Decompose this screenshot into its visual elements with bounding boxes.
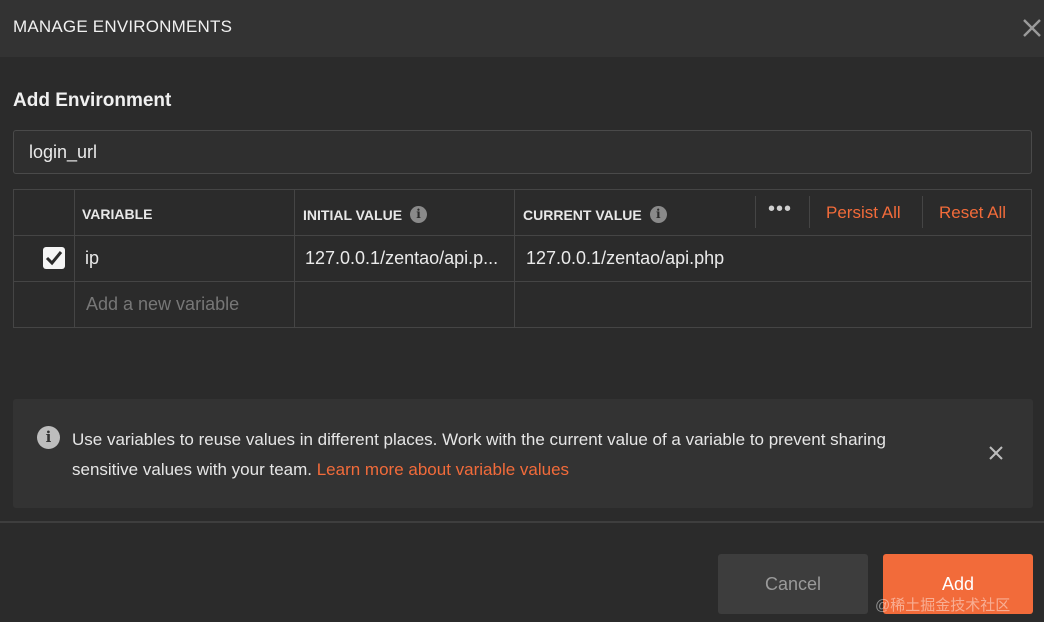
banner-text: Use variables to reuse values in differe… (72, 425, 952, 485)
table-divider (14, 235, 1031, 236)
column-header-variable-label: VARIABLE (82, 206, 153, 222)
new-variable-input[interactable]: Add a new variable (86, 294, 239, 315)
column-header-current-value: CURRENT VALUE i (523, 206, 667, 223)
header-separator (922, 196, 923, 228)
footer-divider (0, 521, 1044, 523)
variables-table: VARIABLE INITIAL VALUE i CURRENT VALUE i… (13, 189, 1032, 328)
dialog-header: MANAGE ENVIRONMENTS (0, 0, 1044, 57)
column-header-current-value-label: CURRENT VALUE (523, 206, 642, 223)
watermark: @稀土掘金技术社区 (875, 597, 1011, 614)
persist-all-button[interactable]: Persist All (826, 203, 901, 223)
checkmark-icon (45, 251, 63, 266)
row-variable-name[interactable]: ip (85, 248, 99, 269)
close-icon[interactable] (1018, 14, 1044, 42)
column-header-variable: VARIABLE (82, 206, 153, 222)
header-separator (755, 196, 756, 228)
column-header-initial-value: INITIAL VALUE i (303, 206, 428, 223)
table-divider (14, 281, 1031, 282)
table-divider (74, 190, 75, 327)
row-enabled-checkbox[interactable] (43, 247, 65, 269)
info-icon[interactable]: i (649, 206, 667, 223)
environment-name-input[interactable] (13, 130, 1032, 174)
more-options-icon[interactable]: ••• (768, 198, 792, 221)
row-current-value[interactable]: 127.0.0.1/zentao/api.php (526, 248, 724, 269)
dialog-title: MANAGE ENVIRONMENTS (13, 17, 233, 36)
table-divider (294, 190, 295, 327)
info-icon: i (37, 426, 60, 449)
reset-all-button[interactable]: Reset All (939, 203, 1006, 223)
section-title: Add Environment (13, 90, 172, 111)
cancel-button[interactable]: Cancel (718, 554, 868, 614)
close-icon[interactable] (985, 442, 1007, 464)
row-initial-value[interactable]: 127.0.0.1/zentao/api.p... (305, 248, 498, 269)
column-header-initial-value-label: INITIAL VALUE (303, 206, 403, 223)
info-icon[interactable]: i (410, 206, 428, 223)
learn-more-link[interactable]: Learn more about variable values (317, 460, 569, 479)
table-divider (514, 190, 515, 327)
header-separator (809, 196, 810, 228)
info-banner: i Use variables to reuse values in diffe… (13, 399, 1033, 508)
